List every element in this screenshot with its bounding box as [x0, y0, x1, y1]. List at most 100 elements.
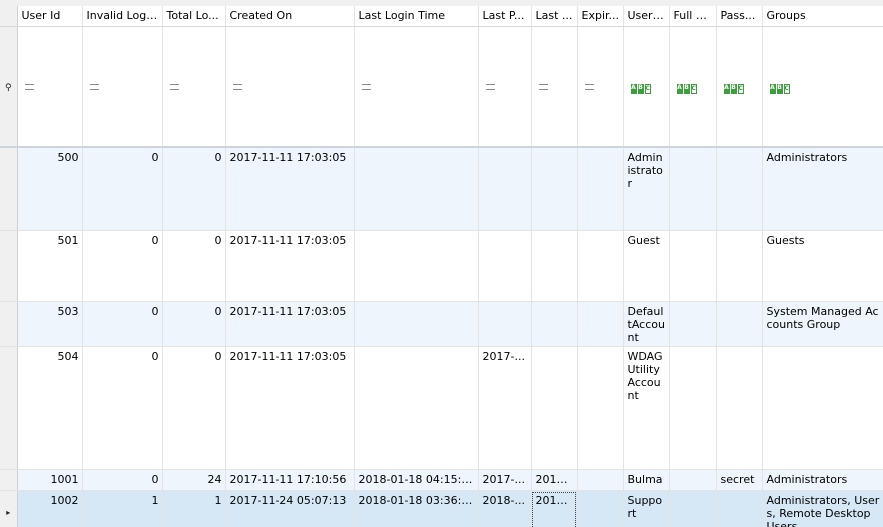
cell-created-on[interactable]: 2017-11-11 17:03:05	[225, 346, 355, 470]
cell-created-on[interactable]: 2017-11-11 17:03:05	[225, 301, 355, 347]
cell-full-name[interactable]	[669, 301, 717, 347]
cell-user-id[interactable]: 1001	[17, 469, 83, 491]
cell-created-on[interactable]: 2017-11-11 17:03:05	[225, 147, 355, 231]
filter-cell-expires[interactable]	[577, 26, 624, 148]
cell-user-id[interactable]: 503	[17, 301, 83, 347]
cell-total-logins[interactable]: 24	[162, 469, 226, 491]
cell-last[interactable]	[531, 301, 578, 347]
cell-user[interactable]: Support	[623, 490, 670, 527]
cell-password[interactable]: secret	[716, 469, 763, 491]
filter-cell-user-id[interactable]	[17, 26, 83, 148]
cell-user-id[interactable]: 1002	[17, 490, 83, 527]
cell-total-logins[interactable]: 0	[162, 147, 226, 231]
cell-groups[interactable]: System Managed Accounts Group	[762, 301, 883, 347]
cell-groups[interactable]: Administrators, Users, Remote Desktop Us…	[762, 490, 883, 527]
row-indicator[interactable]	[0, 301, 18, 347]
cell-password[interactable]	[716, 490, 763, 527]
cell-full-name[interactable]	[669, 346, 717, 470]
cell-expires[interactable]	[577, 469, 624, 491]
cell-last-password[interactable]	[478, 301, 532, 347]
cell-invalid-logins[interactable]: 0	[82, 301, 163, 347]
column-header-expires[interactable]: Expir...	[577, 6, 624, 27]
cell-user-id[interactable]: 500	[17, 147, 83, 231]
cell-created-on[interactable]: 2017-11-11 17:10:56	[225, 469, 355, 491]
filter-cell-groups[interactable]: ABC	[762, 26, 883, 148]
filter-cell-created-on[interactable]	[225, 26, 355, 148]
cell-invalid-logins[interactable]: 0	[82, 147, 163, 231]
cell-total-logins[interactable]: 0	[162, 346, 226, 470]
table-row[interactable]: 503 0 0 2017-11-11 17:03:05 DefaultAccount Sy…	[0, 301, 883, 347]
cell-password[interactable]	[716, 346, 763, 470]
cell-invalid-logins[interactable]: 0	[82, 469, 163, 491]
column-header-user[interactable]: User ...	[623, 6, 670, 27]
filter-cell-last-login-time[interactable]	[354, 26, 479, 148]
cell-last-login-time[interactable]	[354, 230, 479, 302]
cell-invalid-logins[interactable]: 0	[82, 346, 163, 470]
table-row[interactable]: 500 0 0 2017-11-11 17:03:05 Administrator Adm…	[0, 147, 883, 231]
cell-last[interactable]	[531, 147, 578, 231]
cell-last-login-time[interactable]: 2018-01-18 04:15:44	[354, 469, 479, 491]
filter-cell-last-password[interactable]	[478, 26, 532, 148]
cell-last-login-time[interactable]	[354, 147, 479, 231]
cell-last[interactable]	[531, 346, 578, 470]
cell-last-password[interactable]	[478, 230, 532, 302]
cell-created-on[interactable]: 2017-11-11 17:03:05	[225, 230, 355, 302]
filter-cell-full-name[interactable]: ABC	[669, 26, 717, 148]
cell-expires[interactable]	[577, 346, 624, 470]
row-indicator[interactable]: ▸	[0, 490, 18, 527]
cell-created-on[interactable]: 2017-11-24 05:07:13	[225, 490, 355, 527]
column-header-created-on[interactable]: Created On	[225, 6, 355, 27]
column-header-full-name[interactable]: Full N...	[669, 6, 717, 27]
cell-last-password[interactable]: 2017-...	[478, 346, 532, 470]
cell-total-logins[interactable]: 0	[162, 230, 226, 302]
cell-user[interactable]: Administrator	[623, 147, 670, 231]
cell-expires[interactable]	[577, 301, 624, 347]
row-indicator[interactable]	[0, 147, 18, 231]
cell-user[interactable]: DefaultAccount	[623, 301, 670, 347]
column-header-user-id[interactable]: User Id	[17, 6, 83, 27]
cell-full-name[interactable]	[669, 469, 717, 491]
column-header-total-logins[interactable]: Total Lo...	[162, 6, 226, 27]
cell-full-name[interactable]	[669, 490, 717, 527]
cell-last-password[interactable]: 2018-...	[478, 490, 532, 527]
table-row[interactable]: ▸ 1002 1 1 2017-11-24 05:07:13 2018-01-18 03:…	[0, 490, 883, 527]
cell-expires[interactable]	[577, 147, 624, 231]
cell-groups[interactable]: Guests	[762, 230, 883, 302]
cell-total-logins[interactable]: 0	[162, 301, 226, 347]
cell-expires[interactable]	[577, 230, 624, 302]
cell-last[interactable]: 2018...	[531, 490, 578, 527]
table-row[interactable]: 1001 0 24 2017-11-11 17:10:56 2018-01-18 04:…	[0, 469, 883, 491]
cell-password[interactable]	[716, 301, 763, 347]
cell-last-password[interactable]	[478, 147, 532, 231]
filter-cell-last[interactable]	[531, 26, 578, 148]
column-header-groups[interactable]: Groups	[762, 6, 883, 27]
table-row[interactable]: 501 0 0 2017-11-11 17:03:05 Guest Guests	[0, 230, 883, 302]
cell-full-name[interactable]	[669, 147, 717, 231]
cell-last[interactable]	[531, 230, 578, 302]
row-indicator[interactable]	[0, 230, 18, 302]
cell-user-id[interactable]: 501	[17, 230, 83, 302]
filter-cell-password[interactable]: ABC	[716, 26, 763, 148]
cell-total-logins[interactable]: 1	[162, 490, 226, 527]
row-indicator[interactable]	[0, 469, 18, 491]
cell-password[interactable]	[716, 147, 763, 231]
filter-cell-user[interactable]: ABC	[623, 26, 670, 148]
cell-groups[interactable]: Administrators	[762, 147, 883, 231]
table-row[interactable]: 504 0 0 2017-11-11 17:03:05 2017-... WDAGUtil…	[0, 346, 883, 470]
cell-user[interactable]: WDAGUtilityAccount	[623, 346, 670, 470]
column-header-last-password[interactable]: Last P...	[478, 6, 532, 27]
filter-cell-total-logins[interactable]	[162, 26, 226, 148]
filter-cell-invalid-logins[interactable]	[82, 26, 163, 148]
column-header-last[interactable]: Last ...	[531, 6, 578, 27]
users-grid[interactable]: User Id Invalid Login... Total Lo... Cre…	[0, 6, 883, 527]
row-indicator[interactable]	[0, 346, 18, 470]
column-header-invalid-logins[interactable]: Invalid Login...	[82, 6, 163, 27]
column-header-last-login-time[interactable]: Last Login Time	[354, 6, 479, 27]
cell-last-password[interactable]: 2017-...	[478, 469, 532, 491]
cell-last-login-time[interactable]	[354, 301, 479, 347]
cell-full-name[interactable]	[669, 230, 717, 302]
cell-user-id[interactable]: 504	[17, 346, 83, 470]
cell-last-login-time[interactable]	[354, 346, 479, 470]
cell-last[interactable]: 2017...	[531, 469, 578, 491]
cell-user[interactable]: Guest	[623, 230, 670, 302]
